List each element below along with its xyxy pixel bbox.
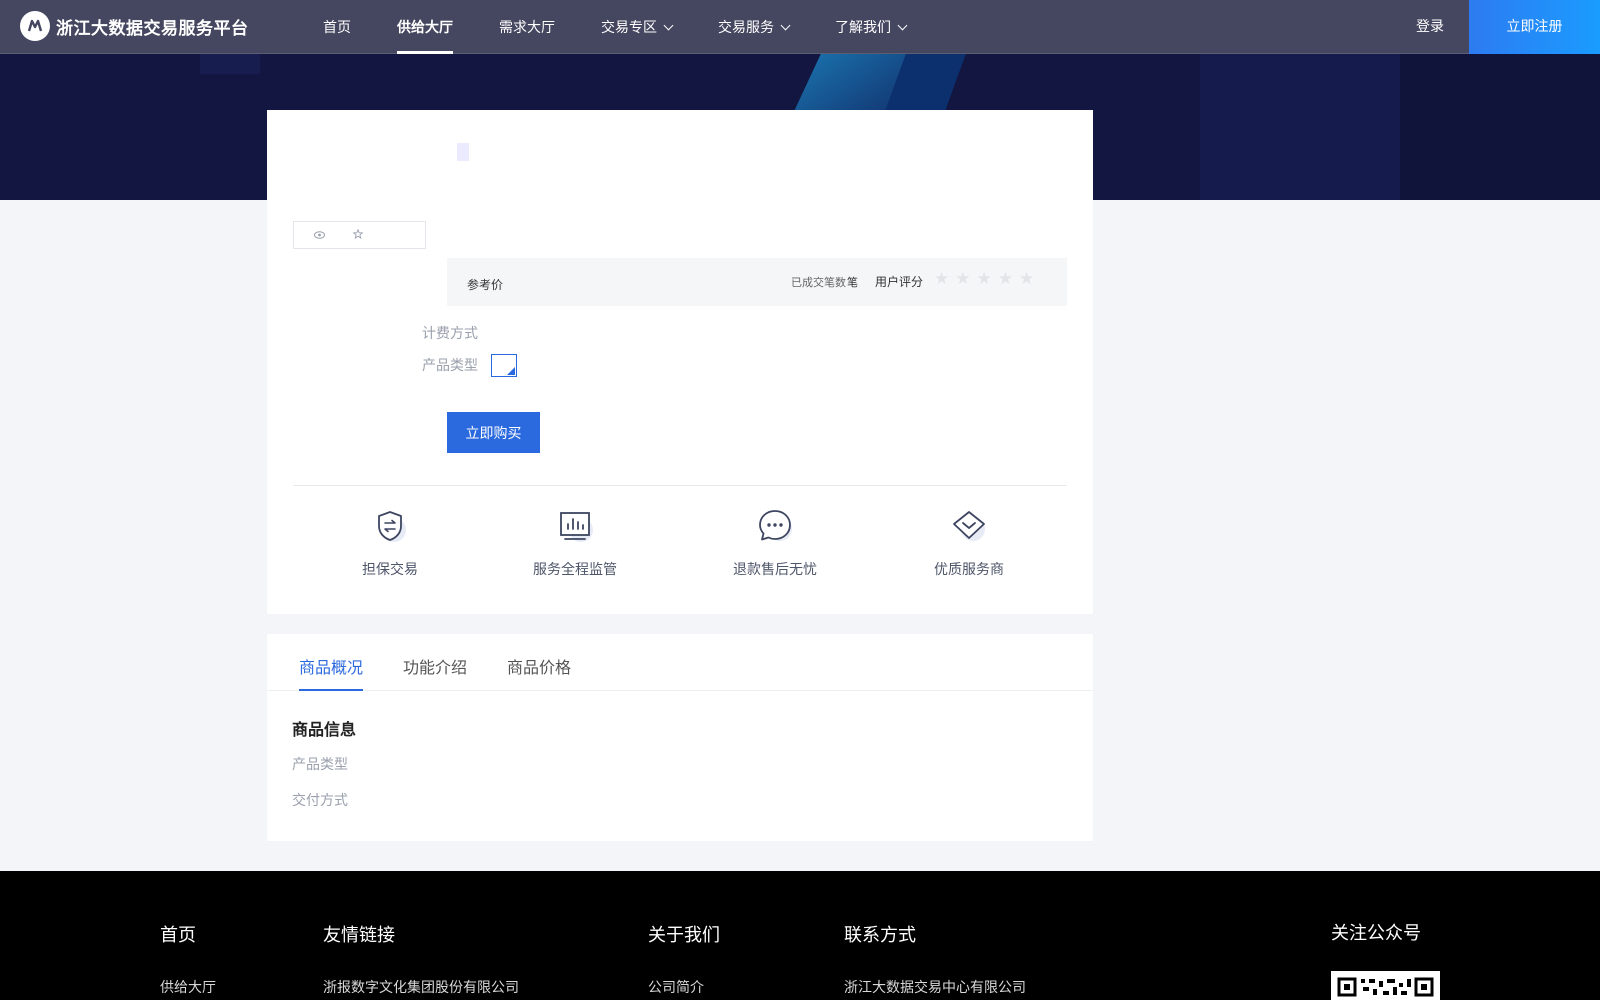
footer-col-home: 首页 供给大厅	[160, 921, 216, 997]
chevron-down-icon	[780, 20, 791, 30]
detail-tabs: 商品概况 功能介绍 商品价格	[267, 634, 1093, 691]
nav-label: 了解我们	[835, 20, 891, 36]
footer-heading: 关注公众号	[1331, 923, 1421, 944]
top-header: 浙江大数据交易服务平台 首页 供给大厅 需求大厅 交易专区 交易服务 了解我们 …	[0, 0, 1600, 54]
guarantee-item: 优质服务商	[909, 506, 1029, 579]
star-icon: ★	[997, 269, 1013, 289]
guarantee-item: 退款售后无忧	[715, 506, 835, 579]
nav-label: 交易服务	[718, 20, 774, 36]
deals-unit: 笔	[847, 276, 858, 289]
nav-label: 首页	[323, 20, 351, 36]
page-footer: 首页 供给大厅 友情链接 浙报数字文化集团股份有限公司 关于我们 公司简介 联系…	[0, 871, 1600, 1000]
guarantee-item: 担保交易	[330, 506, 450, 579]
main-nav: 首页 供给大厅 需求大厅 交易专区 交易服务 了解我们	[300, 0, 929, 54]
star-icon: ★	[1019, 269, 1035, 289]
footer-link[interactable]: 供给大厅	[160, 977, 216, 997]
hero-decoration	[1200, 54, 1400, 200]
star-icon: ★	[955, 269, 971, 289]
footer-link[interactable]: 公司简介	[648, 977, 720, 997]
guarantee-label: 优质服务商	[934, 562, 1004, 578]
price-panel: 参考价 已成交笔数 笔 用户评分 ★ ★ ★ ★ ★	[447, 258, 1067, 306]
qr-code	[1331, 971, 1440, 1000]
reference-price-label: 参考价	[467, 278, 504, 292]
login-link[interactable]: 登录	[1400, 0, 1460, 54]
star-outline-icon[interactable]	[352, 228, 364, 242]
brand-name: 浙江大数据交易服务平台	[56, 18, 249, 39]
guarantee-list: 担保交易 服务全程监管 退款售后无忧 优质服务商	[293, 506, 1067, 586]
register-button[interactable]: 立即注册	[1469, 0, 1600, 54]
chevron-down-icon	[663, 20, 674, 30]
guarantee-label: 服务全程监管	[533, 562, 617, 578]
monitor-chart-icon	[555, 506, 595, 546]
tab-pricing[interactable]: 商品价格	[507, 654, 571, 691]
nav-item-trade-service[interactable]: 交易服务	[695, 0, 812, 54]
product-info-title: 商品信息	[292, 720, 357, 739]
chevron-down-icon	[897, 20, 908, 30]
nav-label: 需求大厅	[499, 20, 555, 36]
footer-heading: 关于我们	[648, 925, 720, 946]
hero-decoration	[200, 54, 260, 74]
chat-bubble-icon	[755, 506, 795, 546]
footer-col-contact: 联系方式 浙江大数据交易中心有限公司	[844, 921, 1026, 997]
rating-label: 用户评分	[875, 275, 924, 289]
footer-link: 浙江大数据交易中心有限公司	[844, 980, 1026, 996]
billing-method-label: 计费方式	[422, 326, 478, 342]
product-type-row: 产品类型	[292, 757, 348, 773]
nav-item-about-us[interactable]: 了解我们	[812, 0, 929, 54]
product-stats	[293, 221, 426, 249]
eye-icon	[314, 229, 325, 242]
nav-item-trade-zone[interactable]: 交易专区	[578, 0, 695, 54]
guarantee-item: 服务全程监管	[515, 506, 635, 579]
product-detail-card: 商品概况 功能介绍 商品价格 商品信息 产品类型 交付方式	[267, 634, 1093, 841]
nav-item-demand-hall[interactable]: 需求大厅	[476, 0, 578, 54]
diamond-icon	[949, 506, 989, 546]
product-type-label: 产品类型	[422, 358, 478, 374]
product-type-option[interactable]	[491, 354, 517, 377]
nav-label: 供给大厅	[397, 20, 453, 36]
deals-count-label: 已成交笔数	[791, 276, 846, 289]
nav-item-supply-hall[interactable]: 供给大厅	[374, 0, 476, 54]
brand-logo[interactable]: 浙江大数据交易服务平台	[20, 10, 249, 42]
delivery-method-row: 交付方式	[292, 793, 348, 809]
tab-overview[interactable]: 商品概况	[299, 654, 364, 691]
tab-features[interactable]: 功能介绍	[403, 654, 467, 691]
divider	[293, 485, 1067, 486]
logo-icon	[20, 11, 50, 41]
footer-col-about: 关于我们 公司简介	[648, 921, 720, 997]
guarantee-label: 担保交易	[362, 562, 418, 578]
footer-heading: 友情链接	[323, 925, 395, 946]
nav-item-home[interactable]: 首页	[300, 0, 374, 54]
footer-heading: 联系方式	[844, 925, 916, 946]
buy-now-button[interactable]: 立即购买	[447, 412, 540, 453]
footer-col-wechat: 关注公众号	[1331, 919, 1421, 945]
shield-exchange-icon	[370, 506, 410, 546]
footer-heading[interactable]: 首页	[160, 921, 216, 947]
star-icon: ★	[934, 269, 950, 289]
footer-link[interactable]: 浙报数字文化集团股份有限公司	[323, 977, 519, 997]
guarantee-label: 退款售后无忧	[733, 562, 817, 578]
nav-label: 交易专区	[601, 20, 657, 36]
rating-stars: ★ ★ ★ ★ ★	[934, 269, 1034, 289]
star-icon: ★	[976, 269, 992, 289]
product-card: 参考价 已成交笔数 笔 用户评分 ★ ★ ★ ★ ★ 计费方式 产品类型 立即购…	[267, 110, 1093, 614]
hero-decoration	[1400, 54, 1600, 200]
footer-col-links: 友情链接 浙报数字文化集团股份有限公司	[323, 921, 519, 997]
product-title-placeholder	[457, 143, 469, 161]
